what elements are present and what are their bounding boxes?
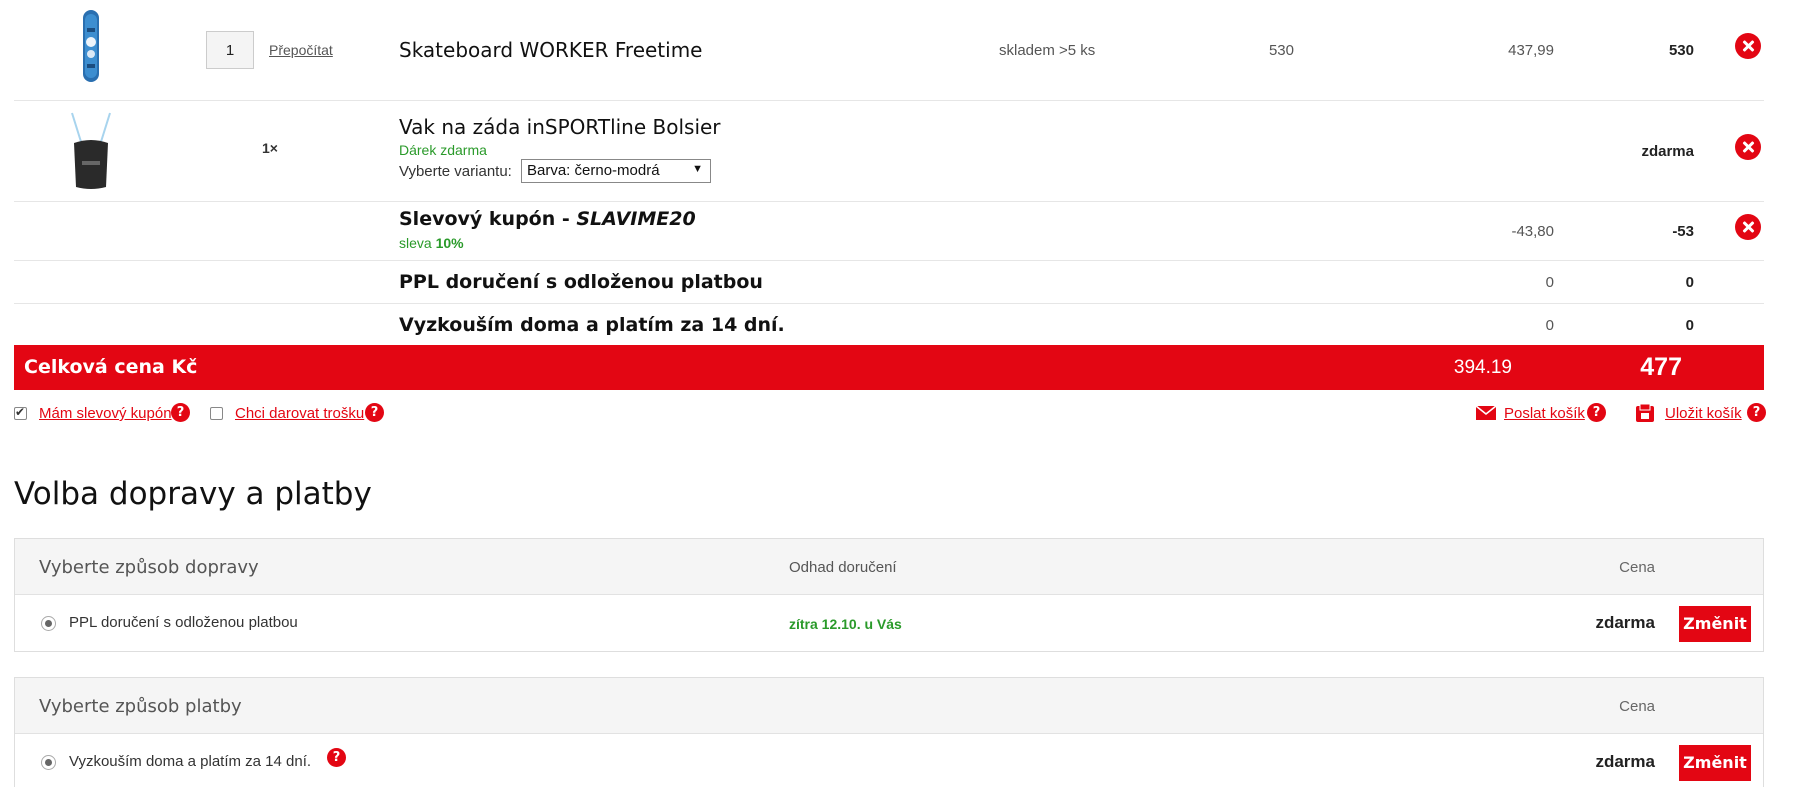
help-icon[interactable]: ? — [1747, 403, 1766, 422]
discount-label: sleva — [399, 235, 436, 251]
payment-line-name: Vyzkouším doma a platím za 14 dní. — [399, 314, 785, 336]
shipping-panel: Vyberte způsob dopravy Odhad doručení Ce… — [14, 538, 1764, 652]
total-bar: Celková cena Kč 394.19 477 — [14, 345, 1764, 390]
coupon-checkbox[interactable] — [14, 405, 27, 420]
section-title: Volba dopravy a platby — [14, 476, 372, 512]
cart-row-backpack: 1× Vak na záda inSPORTline Bolsier Dárek… — [14, 101, 1764, 202]
shipping-option[interactable]: PPL doručení s odloženou platbou zítra 1… — [15, 595, 1763, 651]
price-total: -53 — [1672, 223, 1694, 240]
total-net: 394.19 — [1453, 357, 1512, 378]
price-total: 0 — [1685, 317, 1694, 334]
delivery-estimate: zítra 12.10. u Vás — [789, 616, 902, 632]
cart-row-skateboard: Přepočítat Skateboard WORKER Freetime sk… — [14, 0, 1764, 101]
coupon-title: Slevový kupón - SLAVIME20 — [399, 208, 696, 230]
quantity-input[interactable] — [206, 31, 254, 69]
product-name[interactable]: Skateboard WORKER Freetime — [399, 38, 703, 62]
eta-header: Odhad doručení — [789, 559, 897, 576]
shipping-option-label[interactable]: PPL doručení s odloženou platbou — [69, 614, 298, 631]
coupon-prefix: Slevový kupón - — [399, 208, 577, 230]
gift-quantity: 1× — [262, 140, 278, 156]
donate-checkbox[interactable] — [210, 407, 223, 420]
shipping-price: zdarma — [1595, 613, 1655, 632]
total-gross: 477 — [1640, 353, 1682, 381]
unit-price: 530 — [1268, 42, 1294, 59]
save-cart-icon[interactable] — [1635, 403, 1655, 423]
stock-status: skladem >5 ks — [999, 42, 1096, 59]
change-payment-button[interactable]: Změnit — [1679, 745, 1751, 781]
payment-option[interactable]: Vyzkouším doma a platím za 14 dní. ? zda… — [15, 734, 1763, 787]
gift-badge: Dárek zdarma — [399, 142, 487, 158]
cart-table: Přepočítat Skateboard WORKER Freetime sk… — [14, 0, 1764, 346]
price-header: Cena — [1619, 698, 1655, 715]
variant-select[interactable]: Barva: černo-modrá ▼ — [521, 159, 711, 183]
help-icon[interactable]: ? — [1587, 403, 1606, 422]
save-cart-link[interactable]: Uložit košík — [1665, 405, 1742, 422]
payment-radio[interactable] — [41, 755, 56, 770]
payment-option-label[interactable]: Vyzkouším doma a platím za 14 dní. — [69, 753, 311, 770]
cart-row-coupon: Slevový kupón - SLAVIME20 sleva 10% -43,… — [14, 202, 1764, 261]
payment-price: zdarma — [1595, 752, 1655, 771]
cart-row-payment: Vyzkouším doma a platím za 14 dní. 0 0 — [14, 304, 1764, 346]
backpack-image[interactable] — [62, 109, 120, 193]
shipping-line-name: PPL doručení s odloženou platbou — [399, 271, 763, 293]
payment-panel: Vyberte způsob platby Cena Vyzkouším dom… — [14, 677, 1764, 787]
price-total: zdarma — [1641, 143, 1694, 160]
price-net: 0 — [1545, 317, 1554, 334]
payment-header: Vyberte způsob platby — [39, 696, 242, 717]
cart-options: Mám slevový kupón ? Chci darovat trošku … — [14, 403, 1766, 427]
variant-label: Vyberte variantu: — [399, 163, 512, 180]
price-net: -43,80 — [1511, 223, 1554, 240]
change-shipping-button[interactable]: Změnit — [1679, 606, 1751, 642]
price-net: 437,99 — [1508, 42, 1554, 59]
send-cart-link[interactable]: Poslat košík — [1504, 405, 1585, 422]
coupon-code: SLAVIME20 — [576, 208, 696, 230]
recalculate-link[interactable]: Přepočítat — [269, 42, 333, 58]
shipping-header: Vyberte způsob dopravy — [39, 557, 259, 578]
discount-value: 10% — [435, 235, 464, 251]
payment-panel-header: Vyberte způsob platby Cena — [15, 678, 1763, 734]
envelope-icon[interactable] — [1475, 405, 1497, 421]
shipping-panel-header: Vyberte způsob dopravy Odhad doručení Ce… — [15, 539, 1763, 595]
price-header: Cena — [1619, 559, 1655, 576]
help-icon[interactable]: ? — [327, 748, 346, 767]
total-label: Celková cena Kč — [24, 356, 198, 378]
variant-value: Barva: černo-modrá — [527, 162, 660, 179]
coupon-discount: sleva 10% — [399, 235, 464, 251]
skateboard-image[interactable] — [64, 8, 118, 84]
remove-item-icon[interactable] — [1735, 134, 1761, 160]
donate-link[interactable]: Chci darovat trošku — [235, 405, 364, 422]
price-total: 530 — [1668, 42, 1694, 59]
price-total: 0 — [1685, 274, 1694, 291]
coupon-link[interactable]: Mám slevový kupón — [39, 405, 172, 422]
dropdown-arrow-icon: ▼ — [692, 163, 703, 175]
price-net: 0 — [1545, 274, 1554, 291]
shipping-radio[interactable] — [41, 616, 56, 631]
remove-coupon-icon[interactable] — [1735, 214, 1761, 240]
product-name[interactable]: Vak na záda inSPORTline Bolsier — [399, 115, 721, 139]
cart-row-shipping: PPL doručení s odloženou platbou 0 0 — [14, 261, 1764, 304]
help-icon[interactable]: ? — [171, 403, 190, 422]
help-icon[interactable]: ? — [365, 403, 384, 422]
remove-item-icon[interactable] — [1735, 33, 1761, 59]
